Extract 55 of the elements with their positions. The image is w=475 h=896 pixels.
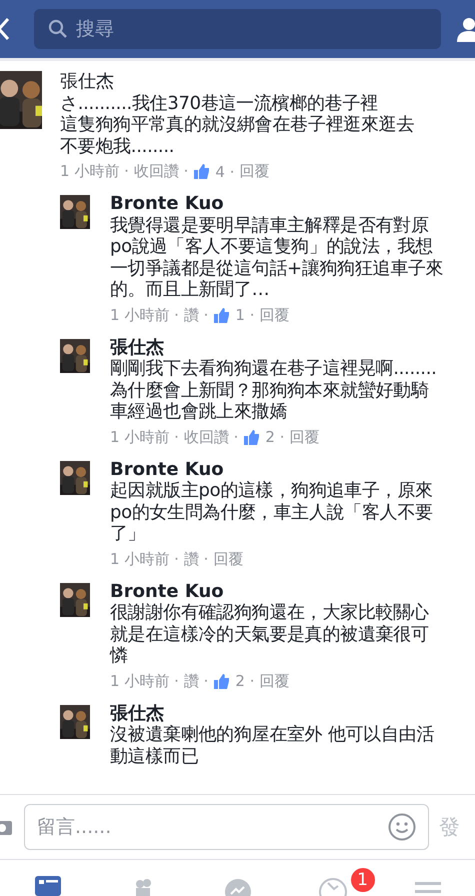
timestamp: 1 小時前 · [110,550,179,568]
reply-link[interactable]: 回覆 [260,672,290,690]
comment-text: 動這樣而已 [110,746,200,767]
comment-text: 起因就版主po的這樣，狗狗追車子，原來 [110,480,433,502]
author-name[interactable]: Bronte Kuo [110,458,433,480]
comment-text: 沒被遺棄喇他的狗屋在室外 他可以自由活 [110,724,434,746]
thumbs-up-icon [243,428,260,446]
search-field[interactable]: 搜尋 [34,9,441,49]
thumbs-up-icon [193,163,210,180]
like-count: 2 · [265,428,284,446]
send-button[interactable]: 發 [439,813,475,841]
like-count: 1 · [235,306,254,324]
comment-field[interactable]: 留言...... [24,804,429,850]
timestamp: 1 小時前 · [110,428,179,446]
like-link[interactable]: 讚 · [184,306,208,324]
comment-text: 了」 [110,523,146,544]
comment-text: 車經過也會跳上來撒嬌 [110,401,288,422]
comment-text: po說過「客人不要這隻狗」的說法，我想 [110,236,434,258]
author-name[interactable]: 張仕杰 [110,702,434,724]
comment-text: さ..........我住370巷這一流檳榔的巷子裡 [60,92,379,114]
comment-text: 憐 [110,645,129,666]
author-name[interactable]: 張仕杰 [110,336,437,358]
timestamp: 1 小時前 · [110,306,179,324]
comment-text: 剛剛我下去看狗狗還在巷子這裡晃啊........ [110,358,437,380]
reply-link[interactable]: 回覆 [213,550,244,568]
emoji-icon[interactable] [388,813,416,841]
reply-link[interactable]: 回覆 [290,428,320,446]
timestamp: 1 小時前 · [60,162,129,181]
search-icon [48,19,68,39]
like-count: 2 · [235,672,254,690]
comment-text: 很謝謝你有確認狗狗還在，大家比較關心 [110,602,429,624]
author-name[interactable]: 張仕杰 [60,71,414,92]
user-icon[interactable] [455,16,475,42]
like-link[interactable]: 讚 · [184,550,208,568]
comment-text: 這隻狗狗平常真的就沒綁會在巷子裡逛來逛去 [60,114,414,136]
reply-link[interactable]: 回覆 [260,306,290,324]
like-link[interactable]: 收回讚 · [184,428,238,446]
comment-text: 就是在這樣冷的天氣要是真的被遺棄很可 [110,624,429,645]
like-link[interactable]: 讚 · [184,672,208,690]
thumbs-up-icon [213,672,230,690]
reply-link[interactable]: 回覆 [240,162,270,181]
comment-text: 一切爭議都是從這句話+讓狗狗狂追車子來 [110,258,444,279]
like-link[interactable]: 收回讚 · [134,162,188,181]
comment-text: 的。而且上新聞了… [110,279,270,300]
comment-text: 我覺得還是要明早請車主解釋是否有對原 [110,214,430,236]
thumbs-up-icon [213,306,230,324]
like-count: 4 · [215,162,234,180]
comment-text: 不要炮我........ [60,136,176,157]
author-name[interactable]: Bronte Kuo [110,580,429,602]
notification-badge: 1 [348,866,376,894]
author-name[interactable]: Bronte Kuo [110,193,444,214]
back-icon[interactable] [0,17,10,41]
comment-text: po的女生問為什麼，車主人說「客人不要 [110,502,433,523]
timestamp: 1 小時前 · [110,672,179,690]
comment-text: 為什麼會上新聞？那狗狗本來就蠻好動騎 [110,380,430,401]
